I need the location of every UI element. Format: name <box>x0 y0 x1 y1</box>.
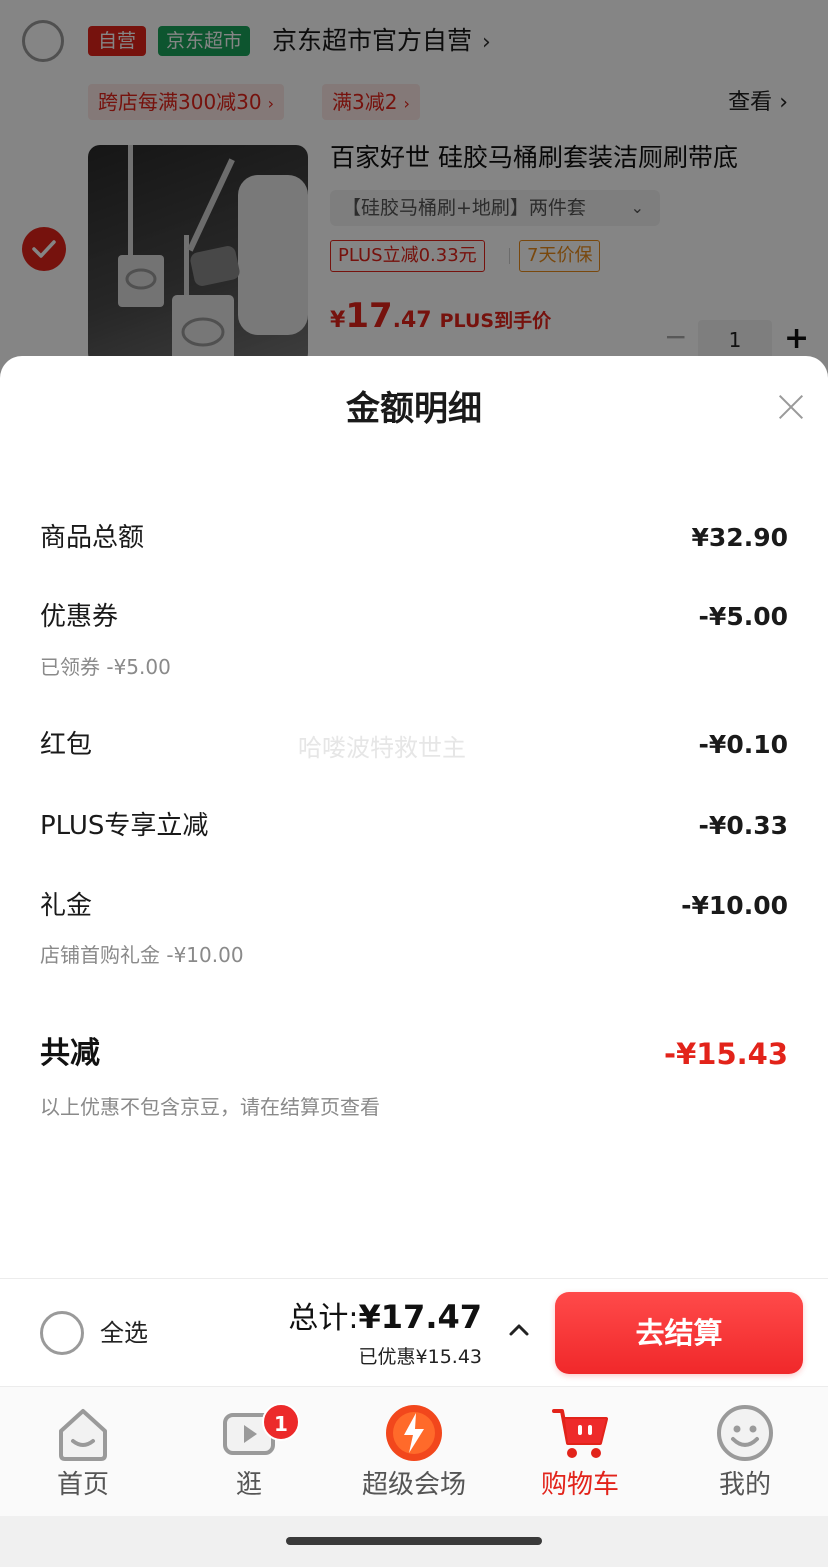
notification-badge: 1 <box>262 1403 300 1441</box>
gift-detail: 店铺首购礼金 -¥10.00 <box>40 943 244 967</box>
cart-total: 总计:¥17.47 <box>288 1297 482 1343</box>
gift-label: 礼金 <box>40 891 93 921</box>
super-venue-icon <box>386 1405 442 1461</box>
goods-total-value: ¥32.90 <box>691 523 788 552</box>
tab-super-venue[interactable]: 超级会场 <box>331 1387 497 1517</box>
total-reduction-value: -¥15.43 <box>664 1037 788 1071</box>
gift-value: -¥10.00 <box>681 891 788 920</box>
system-home-bar <box>0 1516 828 1567</box>
profile-icon <box>717 1405 773 1461</box>
sheet-title: 金额明细 <box>346 389 482 429</box>
coupon-label: 优惠券 <box>40 602 119 632</box>
jd-beans-note: 以上优惠不包含京豆，请在结算页查看 <box>40 1095 380 1119</box>
tab-cart[interactable]: 购物车 <box>497 1387 663 1517</box>
chevron-up-icon[interactable] <box>508 1319 530 1341</box>
tab-home[interactable]: 首页 <box>0 1387 166 1517</box>
watermark: 哈喽波特救世主 <box>298 734 466 762</box>
total-label: 总计: <box>288 1301 359 1336</box>
plus-discount-value: -¥0.33 <box>698 811 788 840</box>
red-packet-label: 红包 <box>40 730 93 760</box>
tab-label: 超级会场 <box>361 1470 466 1500</box>
saved-amount: 已优惠¥15.43 <box>358 1346 482 1368</box>
home-indicator[interactable] <box>286 1537 542 1545</box>
tab-label: 购物车 <box>540 1470 619 1500</box>
select-all-label[interactable]: 全选 <box>100 1315 148 1351</box>
select-all-radio[interactable] <box>40 1311 84 1355</box>
amount-detail-sheet: 金额明细 商品总额 ¥32.90 优惠券 -¥5.00 已领券 -¥5.00 红… <box>0 356 828 1278</box>
total-reduction-label: 共减 <box>40 1036 100 1071</box>
checkout-button[interactable]: 去结算 <box>555 1292 803 1374</box>
tab-label: 我的 <box>718 1470 771 1500</box>
red-packet-value: -¥0.10 <box>698 730 788 759</box>
goods-total-label: 商品总额 <box>40 523 145 553</box>
modal-backdrop[interactable] <box>0 0 828 400</box>
coupon-detail: 已领券 -¥5.00 <box>40 655 171 679</box>
tab-label: 首页 <box>56 1470 109 1500</box>
tab-profile[interactable]: 我的 <box>662 1387 828 1517</box>
coupon-value: -¥5.00 <box>698 602 788 631</box>
total-value: ¥17.47 <box>358 1298 482 1336</box>
plus-discount-label: PLUS专享立减 <box>40 811 209 841</box>
tab-label: 逛 <box>235 1470 262 1500</box>
cart-icon <box>552 1409 608 1458</box>
tab-discover[interactable]: 1 逛 <box>166 1387 332 1517</box>
home-icon <box>59 1409 107 1461</box>
bottom-tab-bar: 首页 1 逛 超级会场 购物车 我的 <box>0 1386 828 1516</box>
checkout-bar: 全选 总计:¥17.47 已优惠¥15.43 去结算 <box>0 1278 828 1386</box>
close-icon[interactable] <box>778 394 804 420</box>
